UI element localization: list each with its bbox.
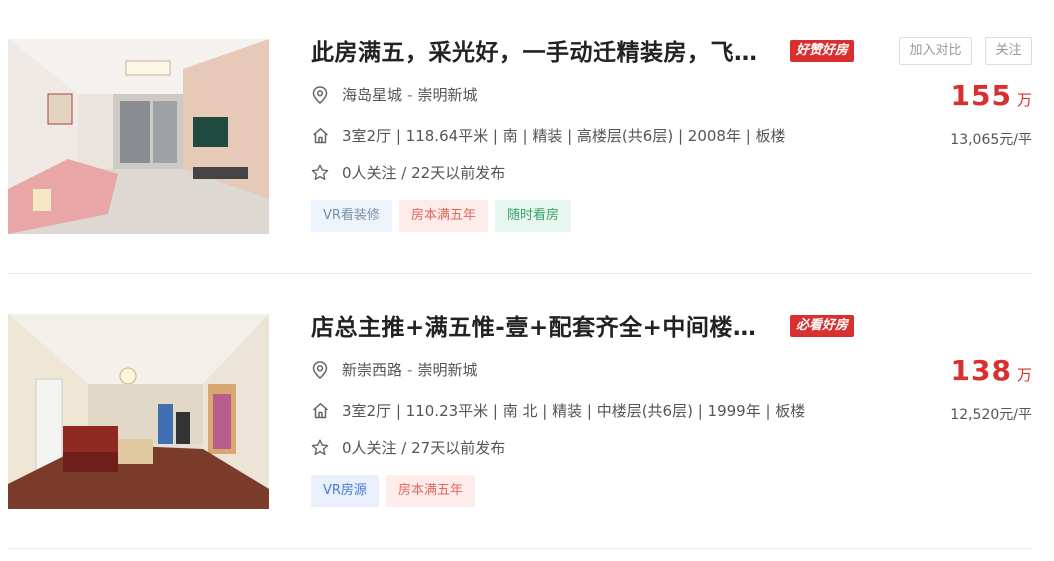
follow-info-text: 0人关注 / 22天以前发布 — [342, 164, 506, 182]
community-link[interactable]: 海岛星城 — [342, 84, 402, 105]
house-info-row: 3室2厅 | 110.23平米 | 南 北 | 精装 | 中楼层(共6层) | … — [311, 400, 805, 421]
house-icon — [311, 127, 329, 145]
price-value: 138 — [950, 354, 1012, 387]
unit-price: 13,065元/平 — [950, 132, 1032, 148]
listing-photo[interactable] — [8, 314, 269, 509]
house-info-text: 3室2厅 | 110.23平米 | 南 北 | 精装 | 中楼层(共6层) | … — [342, 402, 806, 420]
total-price: 155 万 — [951, 79, 1032, 112]
tag-vr: VR房源 — [311, 475, 379, 507]
district-link[interactable]: 崇明新城 — [417, 359, 477, 380]
location-pin-icon — [311, 85, 329, 104]
tag-anytime-viewing: 随时看房 — [494, 200, 571, 232]
follow-info-row: 0人关注 / 22天以前发布 — [311, 162, 505, 183]
star-icon — [311, 164, 329, 182]
house-info-row: 3室2厅 | 118.64平米 | 南 | 精装 | 高楼层(共6层) | 20… — [311, 125, 786, 146]
address-row: 新崇西路 - 崇明新城 — [311, 359, 477, 380]
unit-price: 12,520元/平 — [950, 407, 1032, 423]
address-separator: - — [407, 85, 413, 104]
follow-info-row: 0人关注 / 27天以前发布 — [311, 437, 505, 458]
tag-vr: VR看装修 — [311, 200, 392, 232]
price-value: 155 — [950, 79, 1012, 112]
total-price: 138 万 — [951, 354, 1032, 387]
follow-info-text: 0人关注 / 27天以前发布 — [342, 439, 506, 457]
house-icon — [311, 402, 329, 420]
tag-list: VR房源 房本满五年 — [311, 475, 475, 507]
address-separator: - — [407, 360, 413, 379]
listing-title[interactable]: 此房满五，采光好，一手动迁精装房，飞… — [311, 39, 758, 67]
listing-item: 此房满五，采光好，一手动迁精装房，飞… 好赞好房 加入对比 关注 海岛星城 - … — [8, 37, 1032, 235]
tag-list: VR看装修 房本满五年 随时看房 — [311, 200, 571, 232]
listing-item: 店总主推+满五惟-壹+配套齐全+中间楼… 必看好房 新崇西路 - 崇明新城 3室… — [8, 314, 1032, 510]
follow-button[interactable]: 关注 — [985, 37, 1032, 65]
star-icon — [311, 439, 329, 457]
location-pin-icon — [311, 360, 329, 379]
divider — [8, 548, 1032, 549]
address-row: 海岛星城 - 崇明新城 — [311, 84, 477, 105]
divider — [8, 273, 1032, 274]
quality-badge: 必看好房 — [790, 315, 855, 337]
listing-title[interactable]: 店总主推+满五惟-壹+配套齐全+中间楼… — [311, 314, 756, 342]
tag-five-years: 房本满五年 — [398, 200, 488, 232]
community-link[interactable]: 新崇西路 — [342, 359, 402, 380]
price-unit: 万 — [1016, 91, 1032, 109]
listing-photo[interactable] — [8, 39, 269, 234]
price-unit: 万 — [1016, 366, 1032, 384]
house-info-text: 3室2厅 | 118.64平米 | 南 | 精装 | 高楼层(共6层) | 20… — [342, 127, 786, 145]
quality-badge: 好赞好房 — [790, 40, 855, 62]
district-link[interactable]: 崇明新城 — [417, 84, 477, 105]
add-to-compare-button[interactable]: 加入对比 — [899, 37, 972, 65]
tag-five-years: 房本满五年 — [385, 475, 475, 507]
